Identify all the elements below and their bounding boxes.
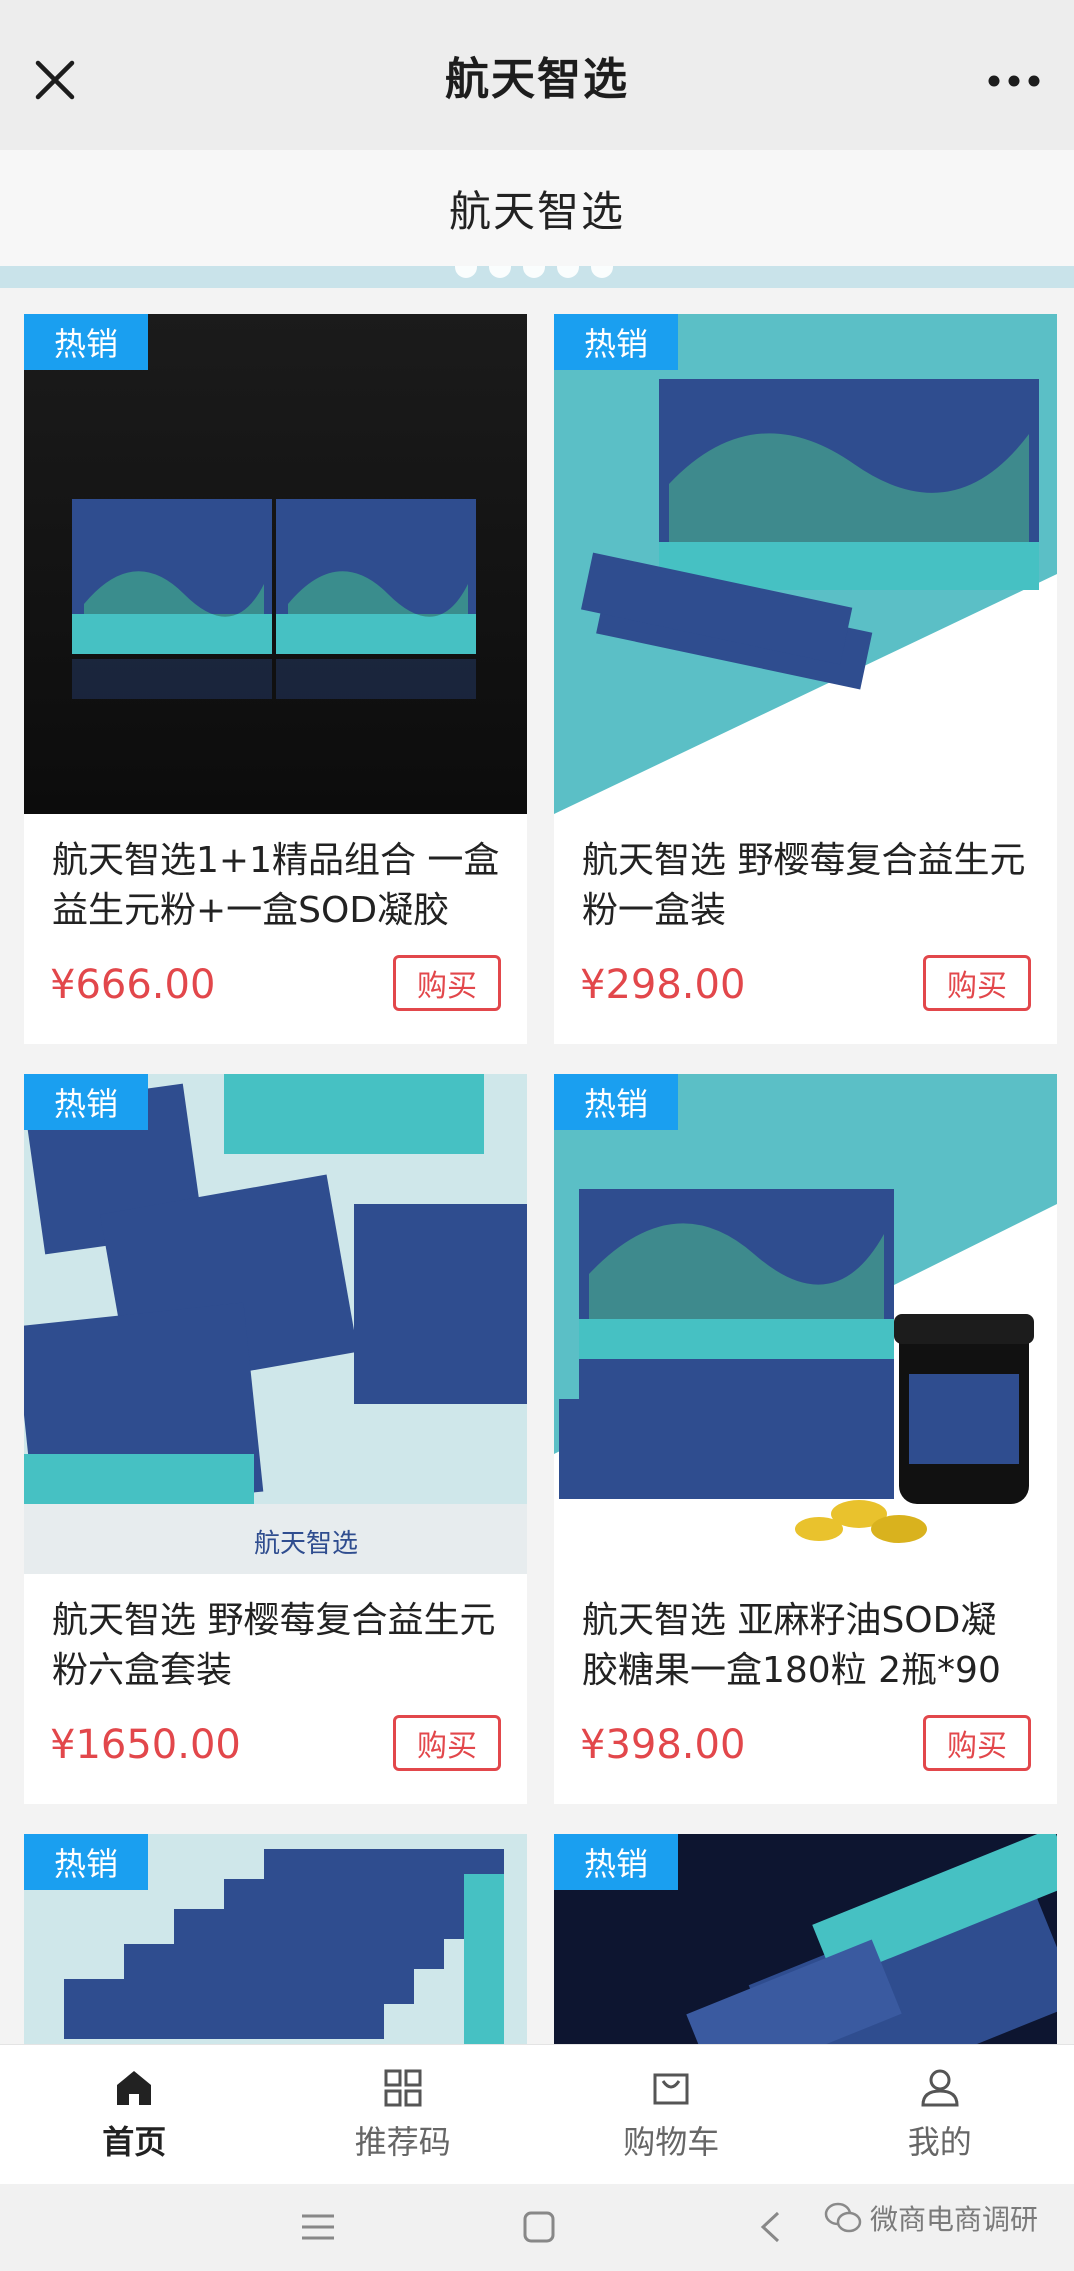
tab-mine-label: 我的 [907,2123,972,2161]
product-price: ¥1650.00 [50,1722,241,1768]
product-card[interactable]: 热销 航天智选1+1精品组合 一盒益生元粉+一盒SOD凝胶糖… ¥666.00 … [24,314,527,1044]
buy-button[interactable]: 购买 [393,955,501,1011]
buy-button[interactable]: 购买 [923,1715,1031,1771]
product-image[interactable]: 热销 [554,314,1057,814]
product-image[interactable]: 航天智选 热销 [24,1074,527,1574]
home-square-icon[interactable] [522,2210,556,2244]
page-header: 航天智选 [0,150,1074,266]
product-name[interactable]: 航天智选 野樱莓复合益生元粉一盒装 [582,836,1032,936]
bottom-tab-bar: 首页 推荐码 购物车 我的 [0,2044,1074,2185]
hot-badge: 热销 [554,314,678,370]
tab-home[interactable]: 首页 [0,2045,269,2185]
banner-dot [455,266,477,278]
home-icon [117,2071,152,2105]
tab-cart[interactable]: 购物车 [537,2045,806,2185]
tab-mine[interactable]: 我的 [806,2045,1074,2185]
banner-dot [489,266,511,278]
more-icon[interactable] [984,56,1044,106]
product-card[interactable]: 热销 航天智选 亚麻籽油SOD凝胶糖果一盒180粒 2瓶*90粒 ¥398.00… [554,1074,1057,1804]
close-icon[interactable] [30,55,80,105]
page-title: 航天智选 [448,186,625,236]
product-name[interactable]: 航天智选1+1精品组合 一盒益生元粉+一盒SOD凝胶糖… [52,836,502,936]
banner-dot [557,266,579,278]
product-image[interactable]: 热销 [24,1834,527,2044]
product-card[interactable]: 航天智选 热销 航天智选 野樱莓复合益生元粉六盒套装 ¥1650.00 购买 [24,1074,527,1804]
product-name[interactable]: 航天智选 亚麻籽油SOD凝胶糖果一盒180粒 2瓶*90粒 [582,1596,1032,1696]
hot-badge: 热销 [554,1834,678,1890]
grid-icon [384,2069,422,2107]
buy-button[interactable]: 购买 [393,1715,501,1771]
product-price: ¥666.00 [50,962,216,1008]
window-title: 航天智选 [445,54,629,105]
hot-badge: 热销 [554,1074,678,1130]
watermark: 微商电商调研 [824,2198,1038,2238]
user-icon [921,2069,959,2107]
svg-text:航天智选: 航天智选 [254,1529,358,1559]
back-icon[interactable] [758,2210,782,2244]
tab-cart-label: 购物车 [623,2123,720,2161]
product-card[interactable]: 热销 [554,1834,1057,2044]
product-image[interactable]: 热销 [554,1834,1057,2044]
hot-badge: 热销 [24,314,148,370]
banner-indicator [455,266,613,278]
hot-badge: 热销 [24,1834,148,1890]
menu-icon[interactable] [300,2210,336,2244]
product-name[interactable]: 航天智选 野樱莓复合益生元粉六盒套装 [52,1596,502,1696]
product-card[interactable]: 热销 航天智选 野樱莓复合益生元粉一盒装 ¥298.00 购买 [554,314,1057,1044]
tab-referral-code[interactable]: 推荐码 [269,2045,538,2185]
product-card[interactable]: 热销 [24,1834,527,2044]
hot-badge: 热销 [24,1074,148,1130]
product-image[interactable]: 热销 [24,314,527,814]
bag-icon [653,2073,689,2105]
wechat-top-bar: 航天智选 [0,0,1074,150]
banner-edge[interactable] [0,266,1074,288]
tab-referral-label: 推荐码 [354,2123,451,2161]
banner-dot [591,266,613,278]
product-price: ¥398.00 [580,1722,746,1768]
product-image[interactable]: 热销 [554,1074,1057,1574]
watermark-text: 微商电商调研 [869,2203,1038,2236]
banner-dot [523,266,545,278]
product-price: ¥298.00 [580,962,746,1008]
tab-home-label: 首页 [102,2123,167,2161]
buy-button[interactable]: 购买 [923,955,1031,1011]
wechat-logo-icon [824,2202,862,2233]
